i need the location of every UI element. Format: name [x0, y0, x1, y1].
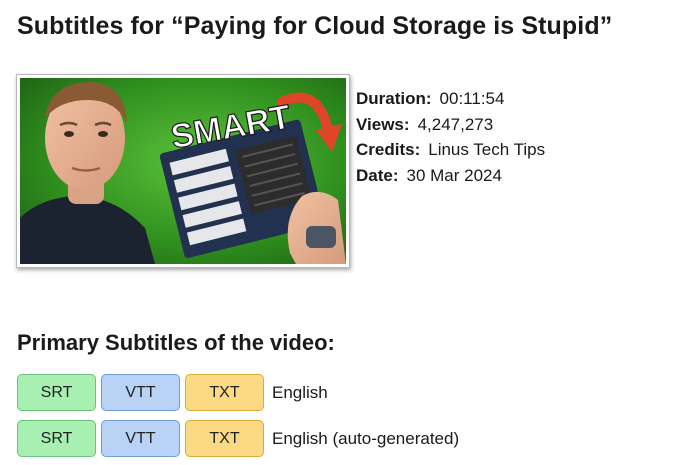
- download-srt-button[interactable]: SRT: [17, 420, 96, 457]
- download-txt-button[interactable]: TXT: [185, 420, 264, 457]
- video-thumbnail[interactable]: SMART: [20, 78, 346, 264]
- credits-label: Credits:: [356, 140, 421, 159]
- duration-label: Duration:: [356, 89, 432, 108]
- page-title: Subtitles for “Paying for Cloud Storage …: [17, 12, 613, 40]
- views-value: 4,247,273: [417, 114, 494, 134]
- views-label: Views:: [356, 114, 410, 134]
- meta-credits: Credits: Linus Tech Tips: [356, 137, 545, 163]
- download-srt-button[interactable]: SRT: [17, 374, 96, 411]
- credits-value: Linus Tech Tips: [428, 140, 546, 159]
- subtitles-section-title: Primary Subtitles of the video:: [17, 330, 335, 355]
- video-meta: Duration: 00:11:54 Views: 4,247,273 Credit…: [356, 86, 545, 188]
- download-vtt-button[interactable]: VTT: [101, 420, 180, 457]
- meta-date: Date: 30 Mar 2024: [356, 163, 545, 189]
- subtitle-track-row: SRT VTT TXT English: [17, 374, 328, 411]
- subtitle-track-row: SRT VTT TXT English (auto-generated): [17, 420, 459, 457]
- video-thumbnail-frame: SMART: [16, 74, 350, 268]
- date-label: Date:: [356, 165, 399, 185]
- meta-views: Views: 4,247,273: [356, 112, 545, 138]
- download-vtt-button[interactable]: VTT: [101, 374, 180, 411]
- track-language: English: [272, 382, 328, 402]
- page: Subtitles for “Paying for Cloud Storage …: [0, 0, 676, 465]
- date-value: 30 Mar 2024: [406, 165, 502, 185]
- track-language: English (auto-generated): [272, 428, 460, 448]
- meta-duration: Duration: 00:11:54: [356, 86, 545, 112]
- download-txt-button[interactable]: TXT: [185, 374, 264, 411]
- duration-value: 00:11:54: [439, 89, 505, 108]
